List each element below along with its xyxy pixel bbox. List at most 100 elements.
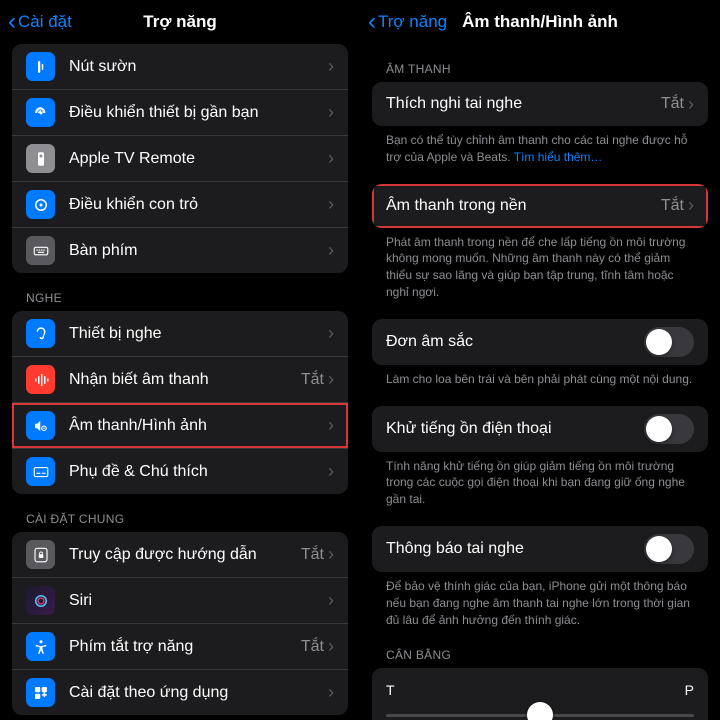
slider-thumb[interactable]	[527, 702, 553, 720]
footer-text: Tính năng khử tiếng ồn giúp giảm tiếng ồ…	[372, 452, 708, 510]
slider-right-label: P	[685, 682, 694, 698]
back-label: Cài đặt	[18, 12, 72, 32]
row-audio-visual[interactable]: Âm thanh/Hình ảnh ›	[12, 403, 348, 449]
row-hearing-devices[interactable]: Thiết bị nghe ›	[12, 311, 348, 357]
chevron-right-icon: ›	[328, 636, 334, 657]
footer-text: Để bảo vệ thính giác của bạn, iPhone gửi…	[372, 572, 708, 630]
row-headphone-notifications[interactable]: Thông báo tai nghe	[372, 526, 708, 572]
chevron-right-icon: ›	[328, 323, 334, 344]
chevron-right-icon: ›	[328, 148, 334, 169]
row-value: Tắt	[661, 197, 684, 215]
row-sound-recognition[interactable]: Nhận biết âm thanh Tắt ›	[12, 357, 348, 403]
section-header-hearing: NGHE	[12, 273, 348, 311]
row-label: Đơn âm sắc	[386, 333, 644, 351]
balance-slider-row: T P 0,00	[372, 668, 708, 720]
ear-icon	[26, 319, 55, 348]
group: Khử tiếng ồn điện thoại	[372, 406, 708, 452]
balance-slider[interactable]: 0,00	[386, 700, 694, 720]
row-mono-audio[interactable]: Đơn âm sắc	[372, 319, 708, 365]
toggle[interactable]	[644, 414, 694, 444]
row-label: Siri	[69, 592, 328, 610]
group-physical: Nút sườn › Điều khiển thiết bị gần bạn ›…	[12, 44, 348, 273]
row-headphone-accommodations[interactable]: Thích nghi tai nghe Tắt ›	[372, 82, 708, 126]
row-label: Phụ đề & Chú thích	[69, 463, 328, 481]
page-title: Âm thanh/Hình ảnh	[462, 12, 618, 32]
row-keyboard[interactable]: Bàn phím ›	[12, 228, 348, 273]
chevron-right-icon: ›	[688, 195, 694, 216]
row-label: Thích nghi tai nghe	[386, 95, 661, 113]
keyboard-icon	[26, 236, 55, 265]
chevron-right-icon: ›	[328, 461, 334, 482]
chevron-left-icon: ‹	[368, 10, 376, 34]
row-label: Nhận biết âm thanh	[69, 371, 301, 389]
chevron-right-icon: ›	[328, 369, 334, 390]
siri-icon	[26, 586, 55, 615]
row-label: Truy cập được hướng dẫn	[69, 546, 301, 564]
learn-more-link[interactable]: Tìm hiểu thêm…	[514, 150, 603, 164]
group-hearing: Thiết bị nghe › Nhận biết âm thanh Tắt ›…	[12, 311, 348, 494]
chevron-right-icon: ›	[328, 682, 334, 703]
chevron-left-icon: ‹	[8, 10, 16, 34]
back-button[interactable]: ‹ Cài đặt	[8, 10, 72, 34]
group: Âm thanh trong nền Tắt ›	[372, 184, 708, 228]
row-value: Tắt	[661, 95, 684, 113]
row-pointer-control[interactable]: Điều khiển con trỏ ›	[12, 182, 348, 228]
pointer-icon	[26, 190, 55, 219]
row-label: Apple TV Remote	[69, 150, 328, 168]
row-value: Tắt	[301, 371, 324, 389]
row-accessibility-shortcut[interactable]: Phím tắt trợ năng Tắt ›	[12, 624, 348, 670]
row-background-sounds[interactable]: Âm thanh trong nền Tắt ›	[372, 184, 708, 228]
left-screen: ‹ Cài đặt Trợ năng Nút sườn › Điều khiển…	[0, 0, 360, 720]
remote-icon	[26, 144, 55, 173]
page-title: Trợ năng	[143, 12, 216, 32]
row-value: Tắt	[301, 638, 324, 656]
row-label: Âm thanh trong nền	[386, 197, 661, 215]
row-nearby-control[interactable]: Điều khiển thiết bị gần bạn ›	[12, 90, 348, 136]
row-phone-noise-cancellation[interactable]: Khử tiếng ồn điện thoại	[372, 406, 708, 452]
right-screen: ‹ Trợ năng Âm thanh/Hình ảnh ÂM THANH Th…	[360, 0, 720, 720]
chevron-right-icon: ›	[328, 240, 334, 261]
row-subtitles[interactable]: Phụ đề & Chú thích ›	[12, 449, 348, 494]
row-guided-access[interactable]: Truy cập được hướng dẫn Tắt ›	[12, 532, 348, 578]
group-general: Truy cập được hướng dẫn Tắt › Siri › Phí…	[12, 532, 348, 715]
section-header-balance: CÂN BẰNG	[372, 630, 708, 668]
side-button-icon	[26, 52, 55, 81]
row-siri[interactable]: Siri ›	[12, 578, 348, 624]
row-side-button[interactable]: Nút sườn ›	[12, 44, 348, 90]
chevron-right-icon: ›	[688, 94, 694, 115]
toggle[interactable]	[644, 534, 694, 564]
group: Thích nghi tai nghe Tắt ›	[372, 82, 708, 126]
content: Nút sườn › Điều khiển thiết bị gần bạn ›…	[0, 44, 360, 720]
back-label: Trợ năng	[378, 12, 447, 32]
row-label: Khử tiếng ồn điện thoại	[386, 420, 644, 438]
footer-text: Phát âm thanh trong nền để che lấp tiếng…	[372, 228, 708, 303]
header: ‹ Trợ năng Âm thanh/Hình ảnh	[360, 0, 720, 44]
footer-text: Làm cho loa bên trái và bên phải phát cù…	[372, 365, 708, 390]
row-label: Thông báo tai nghe	[386, 540, 644, 558]
row-apple-tv-remote[interactable]: Apple TV Remote ›	[12, 136, 348, 182]
back-button[interactable]: ‹ Trợ năng	[368, 10, 447, 34]
slider-left-label: T	[386, 682, 395, 698]
chevron-right-icon: ›	[328, 56, 334, 77]
row-label: Thiết bị nghe	[69, 325, 328, 343]
section-header-audio: ÂM THANH	[372, 44, 708, 82]
chevron-right-icon: ›	[328, 544, 334, 565]
apps-icon	[26, 678, 55, 707]
lock-icon	[26, 540, 55, 569]
row-per-app-settings[interactable]: Cài đặt theo ứng dụng ›	[12, 670, 348, 715]
chevron-right-icon: ›	[328, 102, 334, 123]
toggle[interactable]	[644, 327, 694, 357]
subtitles-icon	[26, 457, 55, 486]
row-label: Âm thanh/Hình ảnh	[69, 417, 328, 435]
chevron-right-icon: ›	[328, 590, 334, 611]
chevron-right-icon: ›	[328, 194, 334, 215]
content: ÂM THANH Thích nghi tai nghe Tắt › Bạn c…	[360, 44, 720, 720]
group: Đơn âm sắc	[372, 319, 708, 365]
sound-wave-icon	[26, 365, 55, 394]
row-label: Nút sườn	[69, 58, 328, 76]
row-label: Điều khiển thiết bị gần bạn	[69, 104, 328, 122]
nearby-icon	[26, 98, 55, 127]
row-value: Tắt	[301, 546, 324, 564]
group: Thông báo tai nghe	[372, 526, 708, 572]
header: ‹ Cài đặt Trợ năng	[0, 0, 360, 44]
